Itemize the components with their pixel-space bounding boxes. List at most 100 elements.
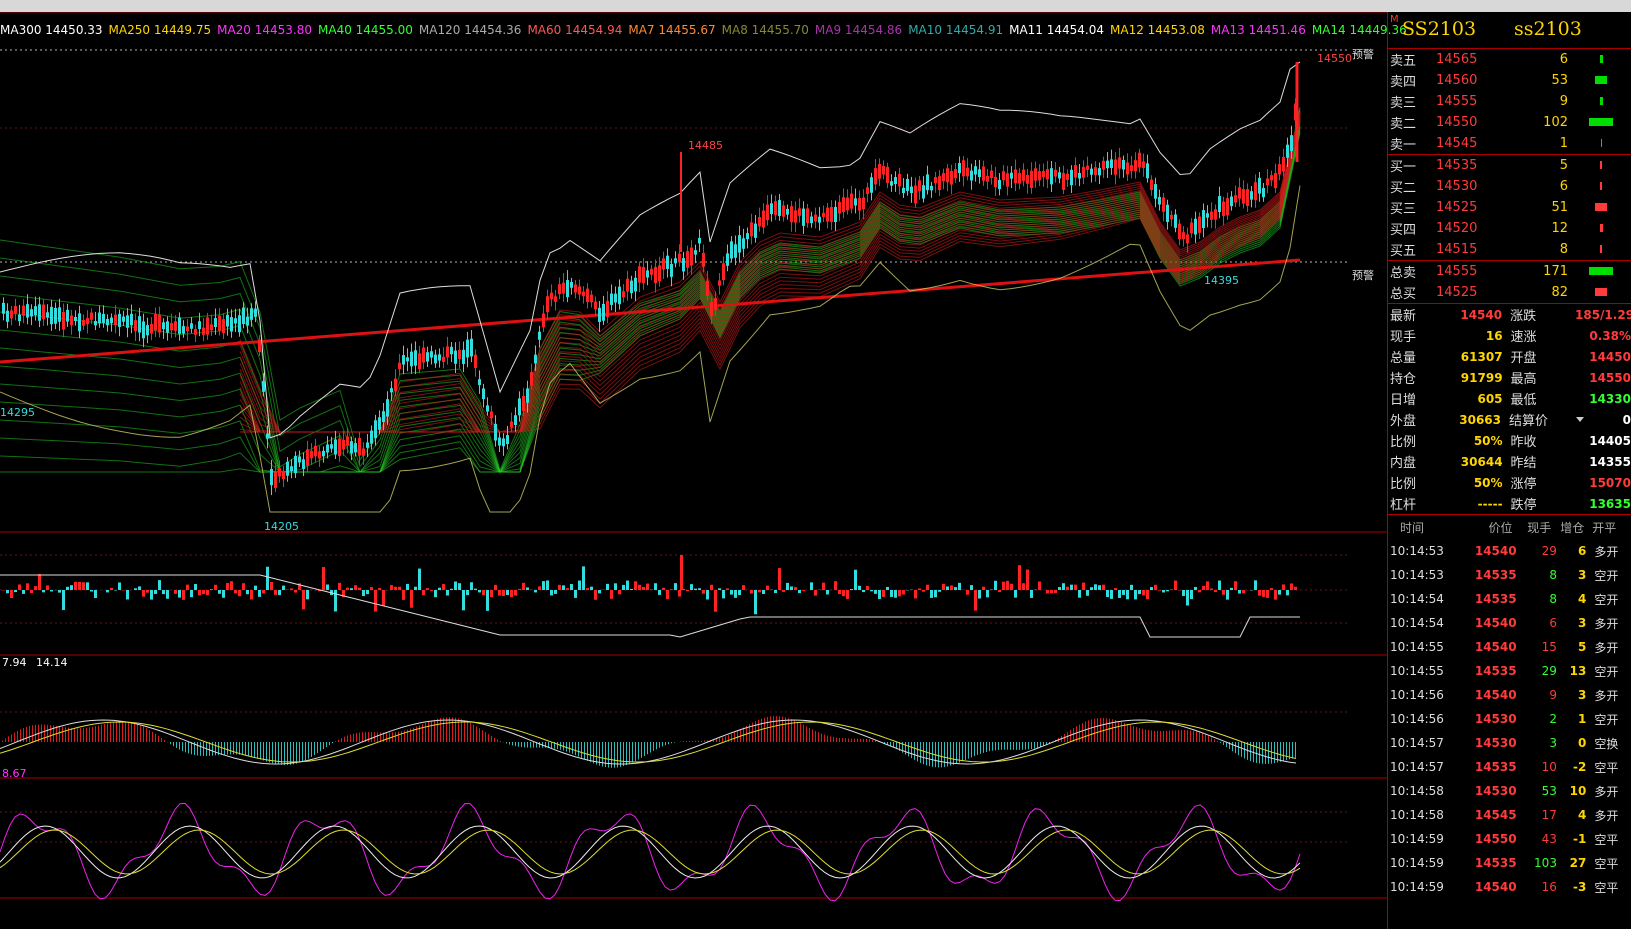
volume-bar	[1238, 590, 1241, 594]
volume-bar	[1074, 584, 1077, 590]
candle-body	[850, 193, 853, 209]
tick-time: 10:14:55	[1390, 640, 1444, 654]
volume-bar	[634, 581, 637, 590]
tick-row[interactable]: 10:14:57 14535 10 -2 空平	[1388, 755, 1631, 779]
candle-body	[966, 167, 969, 177]
volume-bar	[302, 590, 305, 610]
tick-row[interactable]: 10:14:58 14545 17 4 多开	[1388, 803, 1631, 827]
candle-body	[386, 399, 389, 417]
tick-list[interactable]: 10:14:53 14540 29 6 多开 10:14:53 14535 8 3 空开 10:14…	[1388, 539, 1631, 899]
tick-row[interactable]: 10:14:58 14530 53 10 多开	[1388, 779, 1631, 803]
candle-body	[214, 318, 217, 327]
volume-bar	[430, 590, 433, 591]
macd-histogram-bar	[767, 716, 768, 742]
volume-bar	[1054, 590, 1057, 593]
macd-histogram-bar	[1082, 722, 1083, 742]
tick-volume: 29	[1541, 664, 1557, 678]
macd-histogram-bar	[101, 724, 102, 742]
candle-body	[450, 346, 453, 355]
macd-histogram-bar	[641, 742, 642, 758]
candle-body	[1022, 169, 1025, 181]
volume-bar	[190, 590, 193, 598]
volume-bar	[410, 590, 413, 608]
volume-bar	[1214, 590, 1217, 593]
candle-body	[430, 351, 433, 358]
volume-bar	[630, 588, 633, 590]
tick-price: 14550	[1474, 832, 1517, 846]
tick-row[interactable]: 10:14:59 14540 16 -3 空平	[1388, 875, 1631, 899]
ma-fan-line-green	[0, 116, 1301, 473]
volume-bar	[990, 589, 993, 590]
tick-row[interactable]: 10:14:59 14535 103 27 空平	[1388, 851, 1631, 875]
candle-body	[354, 443, 357, 453]
dropdown-arrow-icon[interactable]	[1576, 417, 1585, 422]
volume-bar	[522, 582, 525, 590]
orderbook-price: 14515	[1436, 242, 1478, 257]
stat-label[interactable]: 结算价	[1501, 410, 1573, 429]
tick-row[interactable]: 10:14:53 14540 29 6 多开	[1388, 539, 1631, 563]
macd-histogram-bar	[785, 717, 786, 742]
candle-body	[646, 270, 649, 278]
stat-value: 91799	[1460, 370, 1503, 385]
volume-bar	[1058, 587, 1061, 590]
candle-body	[242, 307, 245, 324]
macd-histogram-bar	[182, 742, 183, 752]
kline-chart-area[interactable]: MA300 14450.33 MA250 14449.75 MA20 14453.8…	[0, 12, 1407, 929]
tick-row[interactable]: 10:14:55 14535 29 13 空开	[1388, 659, 1631, 683]
volume-bar	[926, 584, 929, 590]
candle-body	[1182, 232, 1185, 240]
market-marker: M	[1390, 14, 1399, 25]
candle-body	[442, 356, 445, 362]
candle-body	[1278, 164, 1281, 175]
tick-row[interactable]: 10:14:53 14535 8 3 空开	[1388, 563, 1631, 587]
candle-body	[1202, 210, 1205, 229]
tick-row[interactable]: 10:14:59 14550 43 -1 空平	[1388, 827, 1631, 851]
macd-histogram-bar	[695, 740, 696, 742]
tick-row[interactable]: 10:14:56 14540 9 3 多开	[1388, 683, 1631, 707]
candle-body	[910, 186, 913, 194]
stat-value: 14540	[1460, 307, 1503, 322]
macd-histogram-bar	[500, 740, 501, 742]
orderbook-volume: 51	[1551, 200, 1568, 215]
orderbook-level-name: 卖五	[1390, 54, 1417, 69]
orderbook-row: 总卖 14555 171	[1388, 261, 1631, 282]
candle-body	[466, 339, 469, 358]
macd-histogram-bar	[125, 721, 126, 742]
candle-body	[306, 449, 309, 466]
tick-row[interactable]: 10:14:54 14540 6 3 多开	[1388, 611, 1631, 635]
candle-body	[814, 214, 817, 222]
volume-bar	[494, 584, 497, 590]
macd-histogram-bar	[959, 742, 960, 763]
macd-histogram-bar	[1028, 742, 1029, 750]
tick-row[interactable]: 10:14:54 14535 8 4 空开	[1388, 587, 1631, 611]
tick-time: 10:14:58	[1390, 808, 1444, 822]
stat-row: 现手 16 速涨 0.38%	[1388, 325, 1631, 346]
candle-body	[1126, 162, 1129, 175]
tick-volume: 29	[1541, 544, 1557, 558]
stat-label: 持仓	[1390, 372, 1417, 387]
candle-body	[682, 258, 685, 272]
candle-body	[1234, 195, 1237, 203]
ma-fan-line-green	[0, 124, 1301, 473]
candle-body	[690, 247, 693, 266]
tick-row[interactable]: 10:14:55 14540 15 5 多开	[1388, 635, 1631, 659]
candle-body	[1122, 159, 1125, 170]
volume-bar	[250, 590, 253, 600]
macd-histogram-bar	[227, 742, 228, 755]
volume-bar	[950, 585, 953, 590]
tick-row[interactable]: 10:14:56 14530 2 1 空开	[1388, 707, 1631, 731]
macd-histogram-bar	[506, 742, 507, 744]
macd-histogram-bar	[362, 732, 363, 742]
candle-body	[82, 319, 85, 326]
tick-time: 10:14:59	[1390, 856, 1444, 870]
macd-histogram-bar	[164, 740, 165, 742]
volume-bar	[922, 590, 925, 592]
candle-body	[622, 291, 625, 298]
candle-body	[1210, 211, 1213, 220]
candle-body	[542, 313, 545, 328]
macd-histogram-bar	[1154, 730, 1155, 742]
stat-row: 比例 50% 涨停 15070	[1388, 472, 1631, 493]
candle-body	[742, 238, 745, 249]
volume-bar	[1222, 590, 1225, 595]
tick-row[interactable]: 10:14:57 14530 3 0 空换	[1388, 731, 1631, 755]
